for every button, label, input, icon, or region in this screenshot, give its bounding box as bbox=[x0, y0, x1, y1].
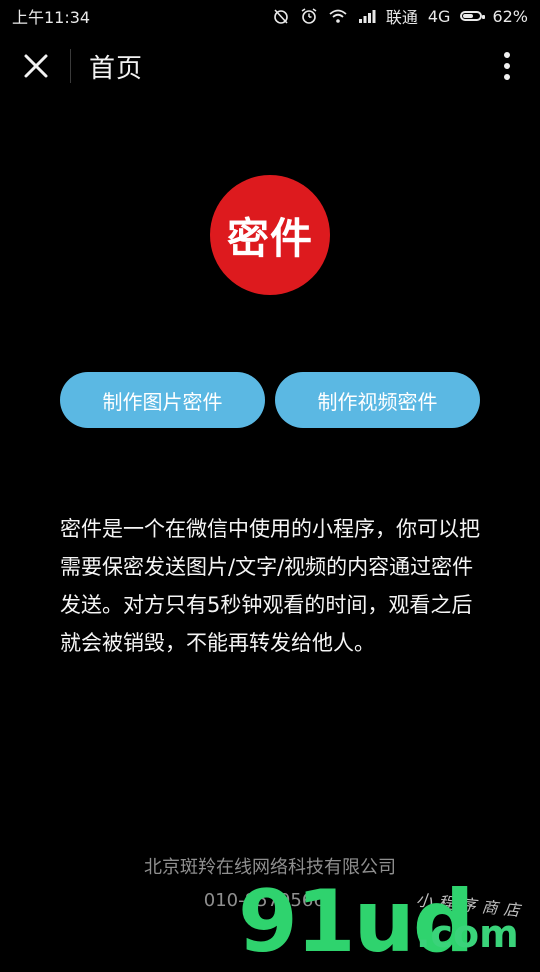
footer-phone: 010-85795663 bbox=[203, 890, 337, 911]
alarm-off-icon bbox=[272, 7, 290, 25]
signal-icon bbox=[358, 9, 376, 23]
more-vertical-icon bbox=[504, 52, 510, 80]
battery-label: 62% bbox=[492, 6, 528, 26]
battery-icon bbox=[460, 11, 486, 21]
more-button[interactable] bbox=[494, 50, 520, 82]
app-logo: 密件 bbox=[210, 175, 330, 295]
status-left: 上午11:34 bbox=[12, 4, 90, 28]
close-button[interactable] bbox=[20, 50, 52, 82]
page-title: 首页 bbox=[89, 53, 144, 84]
carrier-label: 联通 bbox=[385, 8, 418, 27]
nav-bar: 首页 bbox=[0, 32, 540, 100]
status-right: 联通 4G 62% bbox=[272, 4, 528, 28]
make-image-button[interactable]: 制作图片密件 bbox=[60, 372, 265, 428]
footer-company: 北京斑羚在线网络科技有限公司 bbox=[144, 857, 396, 878]
close-icon bbox=[24, 54, 48, 78]
app-description: 密件是一个在微信中使用的小程序，你可以把需要保密发送图片/文字/视频的内容通过密… bbox=[60, 517, 480, 655]
status-bar: 上午11:34 联通 4G 62% bbox=[0, 0, 540, 32]
watermark-suffix: .com bbox=[416, 912, 519, 956]
logo-text: 密件 bbox=[226, 213, 313, 263]
make-video-button[interactable]: 制作视频密件 bbox=[275, 372, 480, 428]
wifi-icon bbox=[328, 8, 348, 24]
nav-divider bbox=[70, 49, 71, 83]
battery-fill bbox=[463, 14, 474, 18]
action-buttons: 制作图片密件 制作视频密件 bbox=[60, 372, 480, 428]
network-label: 4G bbox=[427, 6, 451, 26]
alarm-clock-icon bbox=[300, 7, 318, 25]
status-time: 上午11:34 bbox=[12, 8, 91, 27]
